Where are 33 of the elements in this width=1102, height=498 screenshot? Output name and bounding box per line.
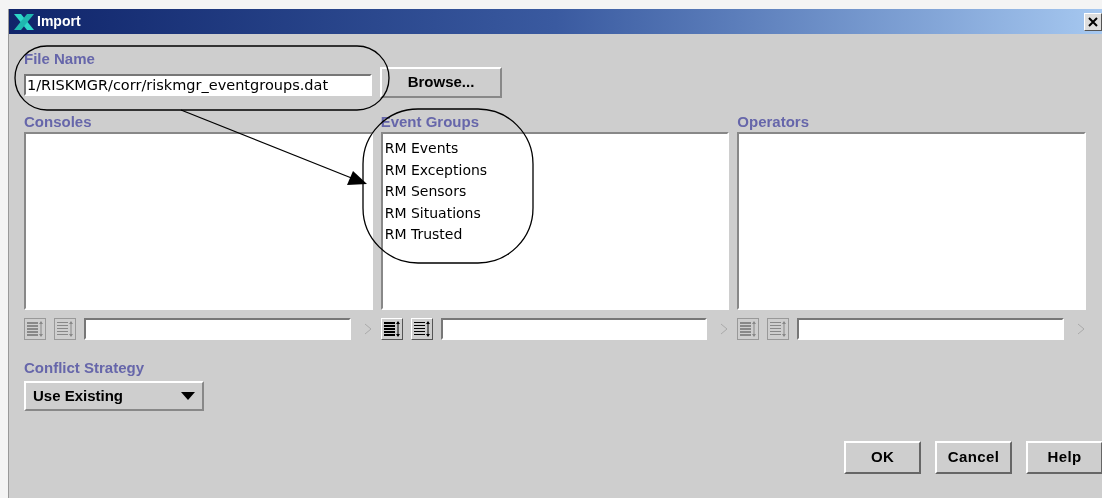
play-icon bbox=[1076, 322, 1086, 336]
list-item[interactable]: RM Exceptions bbox=[384, 159, 726, 181]
filter-field[interactable] bbox=[84, 318, 351, 340]
list-item[interactable]: RM Sensors bbox=[384, 181, 726, 203]
list-item[interactable]: RM Trusted bbox=[384, 224, 726, 246]
field-label: File Name bbox=[24, 49, 96, 69]
panel-title: Consoles bbox=[24, 112, 93, 132]
dialog-button[interactable]: Help bbox=[1026, 441, 1102, 474]
sort-icon bbox=[382, 320, 401, 338]
field-label: Conflict Strategy bbox=[24, 358, 145, 378]
sort-icon bbox=[26, 320, 44, 338]
filter-field[interactable] bbox=[440, 318, 708, 340]
close-icon bbox=[1088, 16, 1098, 27]
conflict-strategy-dropdown[interactable]: Use Existing bbox=[24, 381, 204, 411]
dialog-button[interactable]: Cancel bbox=[935, 441, 1012, 474]
sort-icon bbox=[739, 320, 758, 338]
sort-icon bbox=[56, 320, 74, 338]
x-logo-icon bbox=[13, 12, 35, 31]
dialog-button[interactable]: OK bbox=[844, 441, 921, 474]
panel-title: Operators bbox=[737, 112, 811, 132]
panel-title: Event Groups bbox=[380, 112, 481, 132]
play-icon bbox=[362, 322, 373, 336]
window-title: Import bbox=[37, 12, 81, 31]
list-item[interactable]: RM Events bbox=[384, 138, 726, 160]
play-icon bbox=[719, 322, 730, 336]
dropdown-arrow-icon bbox=[181, 392, 195, 400]
close-button[interactable] bbox=[1084, 12, 1102, 31]
sort-icon bbox=[769, 320, 788, 338]
list-item[interactable]: RM Situations bbox=[384, 202, 726, 224]
filter-field[interactable] bbox=[797, 318, 1064, 340]
file-name-field[interactable]: 1/RISKMGR/corr/riskmgr_eventgroups.dat bbox=[24, 73, 372, 96]
sort-icon bbox=[412, 320, 431, 338]
browse-button[interactable]: Browse... bbox=[380, 67, 502, 98]
